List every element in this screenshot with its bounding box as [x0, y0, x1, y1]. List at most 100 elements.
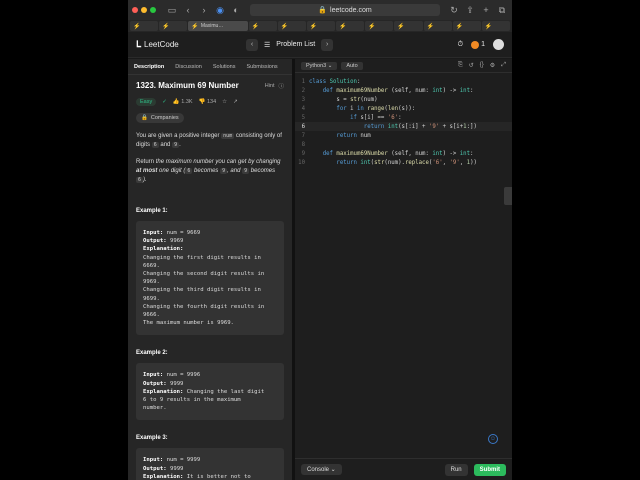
browser-tab-active[interactable]: ⚡ Maximu… — [188, 21, 248, 31]
leetcode-favicon-icon: ⚡ — [455, 23, 464, 30]
companies-tag[interactable]: 🔒 Companies — [136, 113, 184, 123]
reload-icon[interactable]: ↻ — [448, 4, 460, 16]
streak-flame-icon — [471, 40, 480, 49]
browser-tab[interactable]: ⚡ — [306, 21, 336, 31]
line-number: 1 — [301, 78, 305, 85]
minimize-window-button[interactable] — [141, 7, 147, 13]
browser-tab[interactable]: ⚡ — [159, 21, 188, 31]
fullscreen-icon[interactable]: ⤢ — [501, 62, 506, 69]
like-button[interactable]: 👍 1.3K — [173, 99, 193, 105]
code-line: s = str(num) — [309, 96, 378, 103]
share-icon[interactable]: ⇪ — [464, 4, 476, 16]
browser-tab[interactable]: ⚡ — [277, 21, 306, 31]
line-number: 7 — [301, 132, 305, 139]
brackets-icon[interactable]: {} — [480, 62, 484, 69]
tab-discussion[interactable]: Discussion — [175, 64, 202, 70]
code-line: if s[i] == '6': — [350, 114, 402, 121]
code-line: return num — [336, 132, 371, 139]
example-heading: Example 2: — [136, 350, 168, 357]
zoom-window-button[interactable] — [150, 7, 156, 13]
language-select[interactable]: Python3 ⌄ — [301, 61, 338, 70]
console-button[interactable]: Console ⌄ — [301, 464, 342, 475]
browser-tab[interactable]: ⚡ — [365, 21, 394, 31]
editor-toolbar: Python3 ⌄ Auto ⎘ ↺ {} ⚙ ⤢ — [295, 59, 512, 73]
settings-icon[interactable]: ⚙ — [490, 62, 495, 69]
lock-icon: 🔒 — [318, 7, 328, 14]
leetcode-favicon-icon: ⚡ — [162, 23, 170, 30]
address-bar[interactable]: 🔒 leetcode.com — [250, 4, 440, 16]
bookmark-icon[interactable]: ⎘ — [458, 62, 463, 69]
window-controls — [132, 7, 156, 13]
solved-check-icon: ✓ — [162, 99, 167, 105]
leetcode-logo[interactable]: ᒪ LeetCode — [136, 39, 246, 50]
code-editor[interactable]: 1 class Solution: 2 def maximum69Number (… — [295, 77, 512, 417]
line-number: 5 — [301, 114, 305, 121]
next-problem-button[interactable]: › — [321, 38, 334, 51]
leetcode-logo-icon: ᒪ — [136, 39, 142, 49]
description-content: 1323. Maximum 69 Number Hint ⓘ Easy ✓ 👍 … — [128, 75, 292, 480]
problem-statement: You are given a positive integer num con… — [136, 133, 282, 148]
leetcode-favicon-icon: ⚡ — [133, 23, 141, 30]
leetcode-favicon-icon: ⚡ — [368, 23, 376, 30]
back-icon[interactable]: ‹ — [182, 4, 194, 16]
submit-button[interactable]: Submit — [473, 463, 506, 476]
run-button[interactable]: Run — [444, 463, 468, 476]
extension-icon[interactable]: ◉ — [214, 4, 226, 16]
line-number: 8 — [301, 141, 305, 148]
browser-tab[interactable]: ⚡ — [481, 21, 511, 31]
problem-list-link[interactable]: Problem List — [276, 41, 315, 48]
dislike-button[interactable]: 👎 134 — [199, 99, 217, 105]
browser-tab[interactable]: ⚡ — [336, 21, 365, 31]
description-tabs: Description Discussion Solutions Submiss… — [128, 59, 292, 75]
code-line: for i in range(len(s)): — [336, 105, 416, 112]
editor-footer: Console ⌄ Run Submit — [295, 458, 512, 480]
editor-pane: Python3 ⌄ Auto ⎘ ↺ {} ⚙ ⤢ 1 class Solutio… — [295, 59, 512, 480]
browser-tab[interactable]: ⚡ — [130, 21, 159, 31]
tab-overview-icon[interactable]: ⧉ — [496, 4, 508, 16]
share-icon[interactable]: ↗ — [233, 99, 238, 105]
line-number: 2 — [301, 87, 305, 94]
problem-title: 1323. Maximum 69 Number — [136, 81, 239, 90]
example-heading: Example 3: — [136, 435, 168, 442]
autocomplete-toggle[interactable]: Auto — [341, 61, 363, 70]
sidebar-icon[interactable]: ▭ — [166, 4, 178, 16]
leetcode-favicon-icon: ⚡ — [397, 23, 405, 30]
browser-tab[interactable]: ⚡ — [452, 21, 481, 31]
forward-icon[interactable]: › — [198, 4, 210, 16]
code-line: return int(str(num).replace('6', '9', 1)… — [336, 159, 477, 166]
hint-button[interactable]: Hint — [265, 83, 275, 89]
prev-problem-button[interactable]: ‹ — [246, 38, 258, 51]
example-box: Input: num = 9996 Output: 9999 Explanati… — [136, 363, 284, 421]
leetcode-favicon-icon: ⚡ — [339, 23, 347, 30]
chat-icon[interactable]: ☺ — [488, 434, 498, 444]
header-right: ⏱ 1 — [458, 39, 504, 50]
info-icon[interactable]: ⓘ — [278, 82, 284, 90]
avatar[interactable] — [493, 39, 504, 50]
tab-solutions[interactable]: Solutions — [213, 64, 236, 70]
browser-tab[interactable]: ⚡ — [394, 21, 423, 31]
line-number: 9 — [301, 150, 305, 157]
browser-tab[interactable]: ⚡ — [423, 21, 452, 31]
close-window-button[interactable] — [132, 7, 138, 13]
shield-icon[interactable]: ◐ — [230, 4, 242, 16]
url-text: leetcode.com — [330, 6, 372, 14]
code-line: class Solution: — [309, 78, 361, 85]
star-icon[interactable]: ☆ — [222, 99, 227, 105]
leetcode-favicon-icon: ⚡ — [191, 23, 199, 30]
line-number: 6 — [301, 123, 305, 130]
reset-icon[interactable]: ↺ — [469, 62, 474, 69]
tab-submissions[interactable]: Submissions — [247, 64, 278, 70]
new-tab-icon[interactable]: + — [480, 4, 492, 16]
side-panel-toggle[interactable] — [504, 187, 512, 205]
leetcode-favicon-icon: ⚡ — [484, 23, 493, 30]
leetcode-header: ᒪ LeetCode ‹ ☰ Problem List › ⏱ 1 — [128, 32, 512, 58]
browser-tab[interactable]: ⚡ — [248, 21, 277, 31]
browser-window: ▭ ‹ › ◉ ◐ 🔒 leetcode.com ↻ ⇪ + ⧉ ⚡ ⚡ ⚡ Ma… — [128, 0, 512, 480]
tab-description[interactable]: Description — [134, 64, 164, 70]
tab-strip: ⚡ ⚡ ⚡ Maximu… ⚡ ⚡ ⚡ ⚡ ⚡ ⚡ ⚡ ⚡ ⚡ — [128, 20, 512, 32]
timer-icon[interactable]: ⏱ — [458, 41, 463, 49]
lock-icon: 🔒 — [141, 115, 148, 121]
leetcode-favicon-icon: ⚡ — [280, 23, 289, 30]
difficulty-badge: Easy — [136, 98, 157, 106]
example-box: Input: num = 9999 Output: 9999 Explanati… — [136, 448, 284, 480]
